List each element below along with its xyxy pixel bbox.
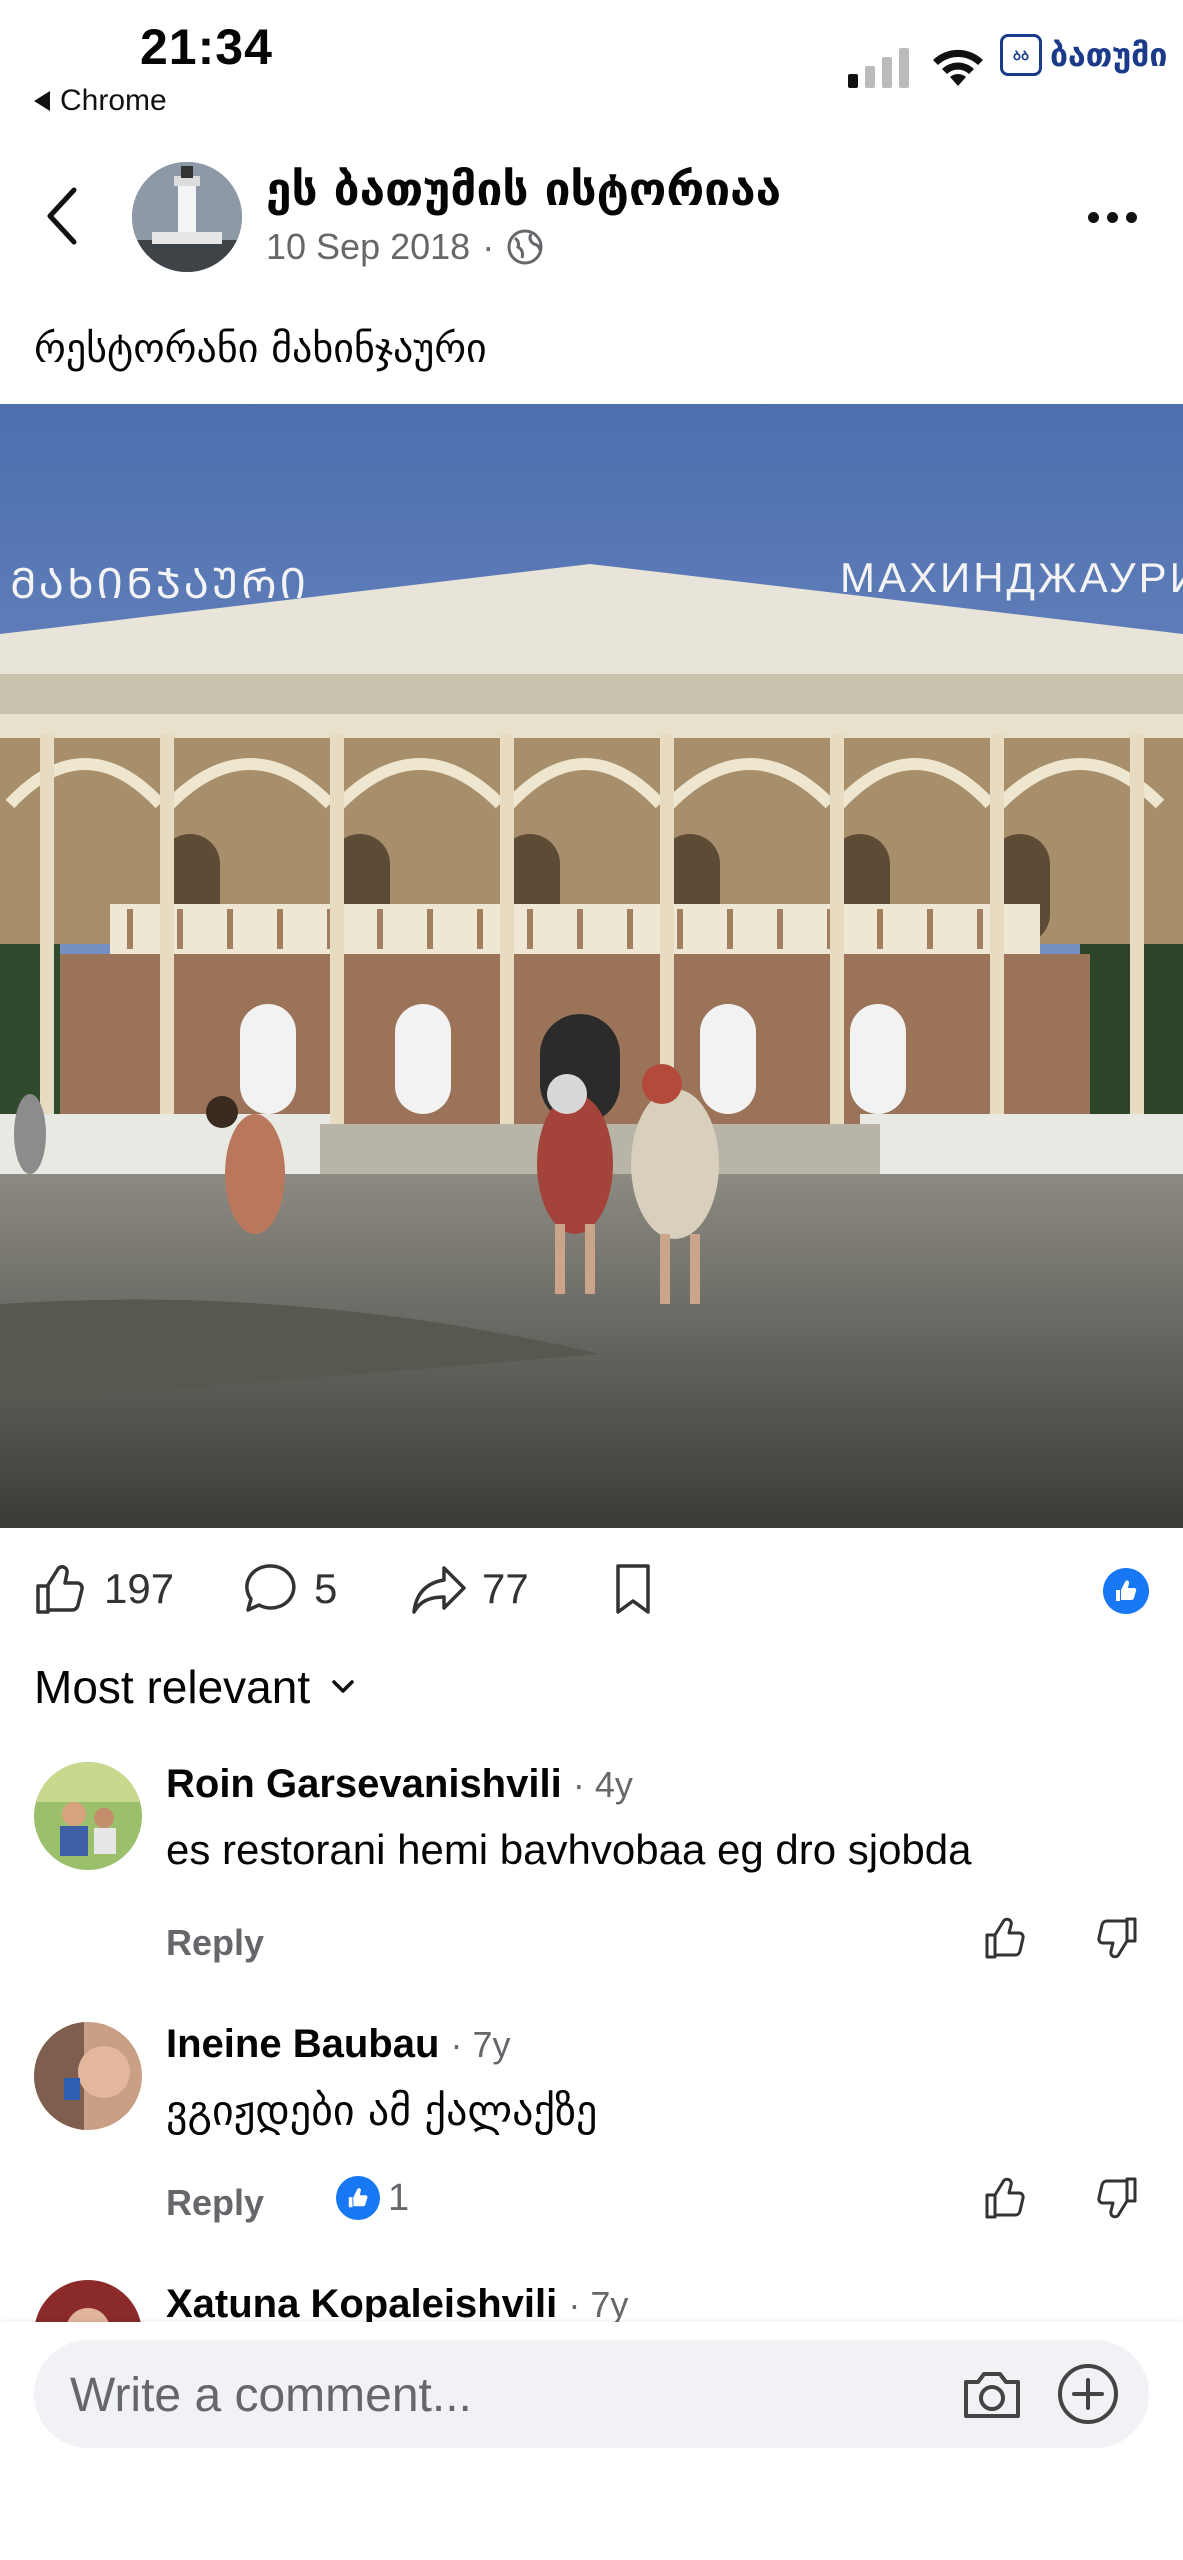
reply-button[interactable]: Reply xyxy=(166,2182,264,2224)
thumbs-up-icon xyxy=(36,1565,84,1614)
user-photo-icon xyxy=(34,2022,142,2130)
carrier-badge: ᲑᲑ ბათუმი xyxy=(1000,34,1167,76)
post-date: 10 Sep 2018 xyxy=(266,226,471,267)
share-button[interactable]: 77 xyxy=(410,1560,529,1618)
back-to-app-link[interactable]: Chrome xyxy=(34,84,167,118)
comment-sort-dropdown[interactable]: Most relevant xyxy=(34,1660,358,1714)
comment-dislike-icon[interactable] xyxy=(1092,1914,1140,1962)
sign-right: МАХИНДЖАУРИ xyxy=(840,554,1183,601)
comment-bubble-icon xyxy=(245,1564,296,1612)
page-name[interactable]: ეს ბათუმის ისტორიაა xyxy=(266,162,781,216)
author-name: Roin Garsevanishvili xyxy=(166,1762,562,1806)
share-count: 77 xyxy=(482,1565,529,1612)
cellular-signal-icon xyxy=(848,48,909,88)
comment-age: · 7y xyxy=(568,2284,629,2325)
save-button[interactable] xyxy=(604,1560,662,1618)
post-meta: 10 Sep 2018 · xyxy=(266,226,544,268)
comment-count: 5 xyxy=(314,1565,338,1612)
commenter-avatar[interactable] xyxy=(34,1762,142,1870)
lighthouse-photo-icon xyxy=(132,162,242,272)
comment-like-icon[interactable] xyxy=(982,1914,1030,1962)
commenter-avatar[interactable] xyxy=(34,2022,142,2130)
carrier-logo-icon: ᲑᲑ xyxy=(1000,34,1042,76)
comment-author[interactable]: Roin Garsevanishvili · 4y xyxy=(166,1762,633,1807)
dot-icon xyxy=(1107,212,1118,223)
meta-separator: · xyxy=(482,226,495,267)
thumbs-up-icon xyxy=(1116,1580,1137,1601)
camera-icon[interactable] xyxy=(960,2364,1024,2424)
comment-dislike-icon[interactable] xyxy=(1092,2174,1140,2222)
like-count: 197 xyxy=(104,1565,175,1612)
thumbs-up-icon xyxy=(336,2176,380,2220)
dot-icon xyxy=(1126,212,1137,223)
wifi-icon xyxy=(933,49,983,86)
share-arrow-icon xyxy=(412,1566,466,1614)
comment-reactions[interactable]: 1 xyxy=(336,2176,409,2220)
back-arrow-icon[interactable] xyxy=(42,186,82,246)
post-actions: 197 5 77 xyxy=(0,1540,1183,1640)
dot-icon xyxy=(1088,212,1099,223)
author-name: Xatuna Kopaleishvili xyxy=(166,2282,558,2326)
comment-input[interactable] xyxy=(68,2340,872,2450)
comment-age: · 4y xyxy=(572,1764,633,1805)
add-attachment-icon[interactable] xyxy=(1056,2362,1120,2426)
status-time: 21:34 xyxy=(140,19,273,75)
more-options-button[interactable] xyxy=(1088,212,1137,223)
comment-text: es restorani hemi bavhvobaa eg dro sjobd… xyxy=(166,1826,972,1873)
post-photo[interactable]: ᲛᲐᲮᲘᲜᲯᲐᲣᲠᲘ МАХИНДЖАУРИ xyxy=(0,404,1183,1528)
back-app-label: Chrome xyxy=(60,84,167,117)
reply-button[interactable]: Reply xyxy=(166,1922,264,1964)
globe-icon xyxy=(507,229,543,265)
sign-left: ᲛᲐᲮᲘᲜᲯᲐᲣᲠᲘ xyxy=(10,559,310,608)
author-name: Ineine Baubau xyxy=(166,2022,440,2066)
page-avatar[interactable] xyxy=(132,162,242,272)
comment-author[interactable]: Xatuna Kopaleishvili · 7y xyxy=(166,2282,628,2327)
comment-composer xyxy=(34,2340,1149,2450)
comment-author[interactable]: Ineine Baubau · 7y xyxy=(166,2022,511,2067)
chevron-down-icon xyxy=(332,1680,354,1693)
back-triangle-icon xyxy=(34,91,50,111)
carrier-logo-text: ბათუმი xyxy=(1050,36,1168,74)
post-caption: რესტორანი მახინჯაური xyxy=(34,326,487,372)
like-button[interactable]: 197 xyxy=(32,1560,174,1618)
sort-label: Most relevant xyxy=(34,1661,311,1713)
bookmark-icon xyxy=(616,1564,650,1614)
user-photo-icon xyxy=(34,1762,142,1870)
comment-age: · 7y xyxy=(450,2024,511,2065)
comment-text: ვგიჟდები ამ ქალაქზე xyxy=(166,2086,598,2135)
reaction-count: 1 xyxy=(388,2176,410,2219)
reaction-like-badge[interactable] xyxy=(1103,1568,1149,1614)
comment-button[interactable]: 5 xyxy=(242,1560,337,1618)
comment-like-icon[interactable] xyxy=(982,2174,1030,2222)
